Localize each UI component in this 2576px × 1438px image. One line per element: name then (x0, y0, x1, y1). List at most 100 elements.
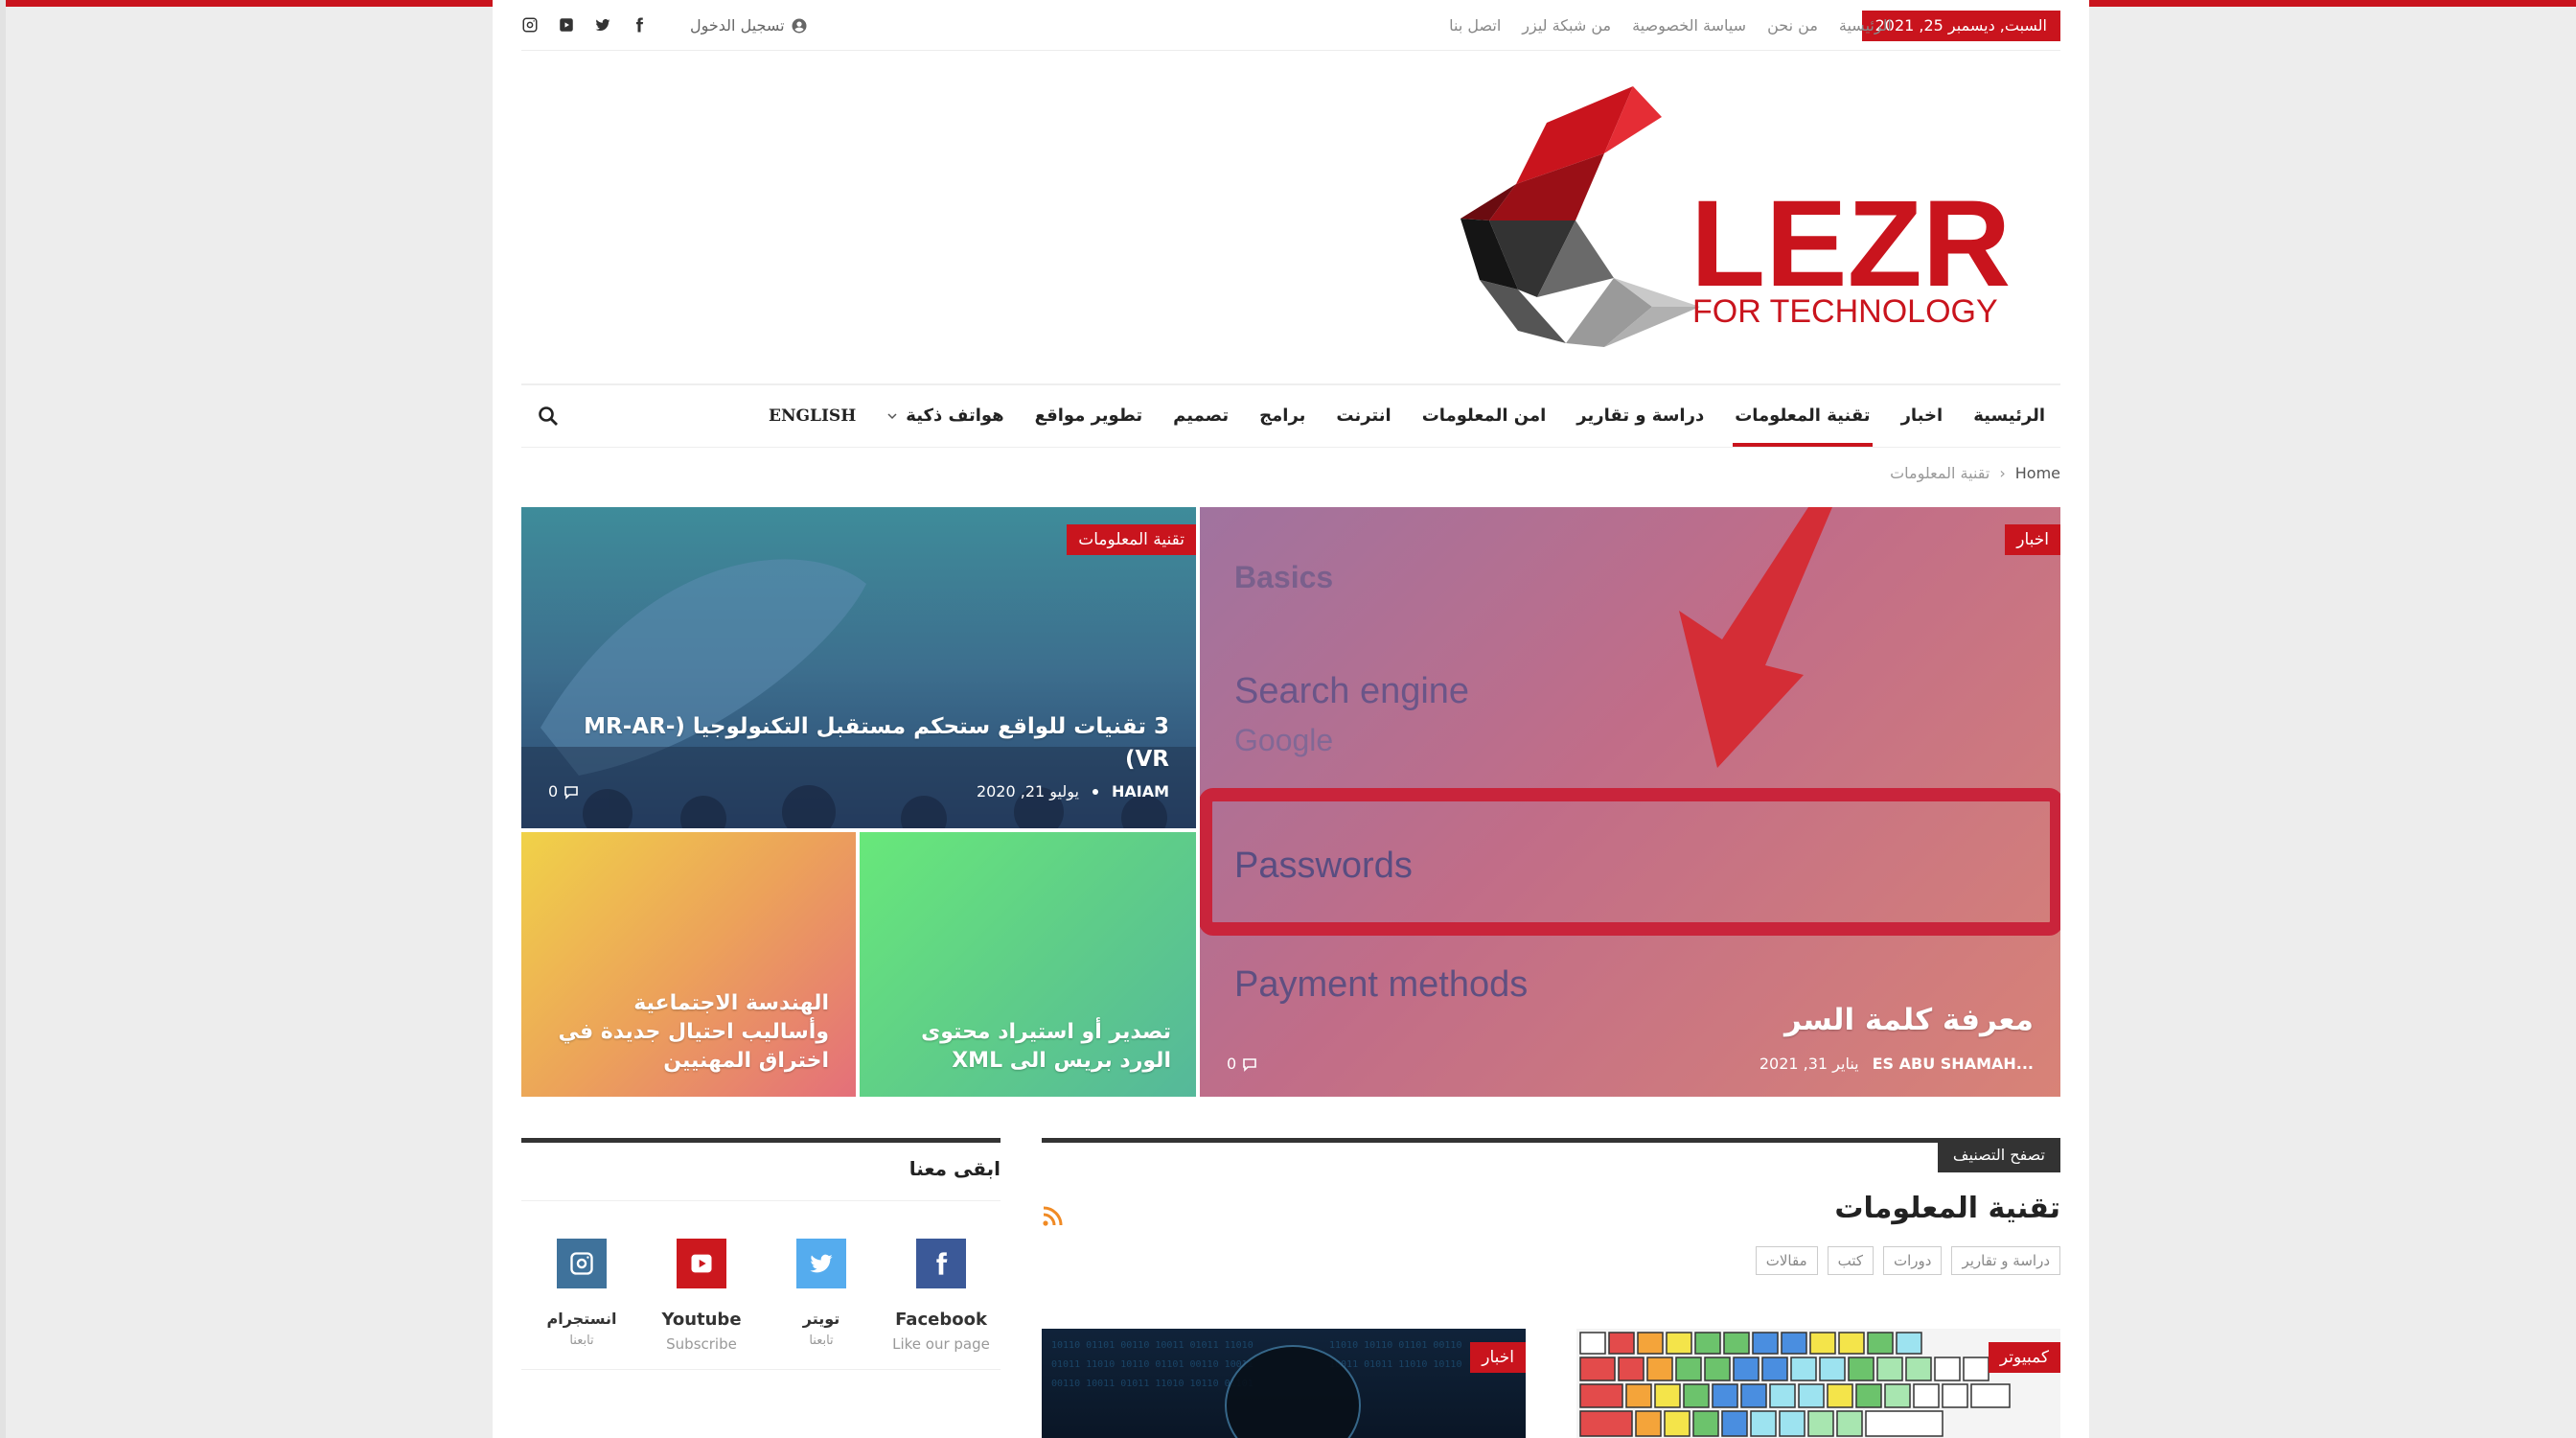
post-author[interactable]: HAIAM (1112, 782, 1169, 800)
social-sub: تابعنا (809, 1334, 834, 1348)
top-link-privacy[interactable]: سياسة الخصوصية (1632, 16, 1746, 35)
svg-text:11010 10110 01101 00110: 11010 10110 01101 00110 (1329, 1340, 1461, 1351)
comment-count[interactable]: 0 (548, 782, 579, 800)
tag-articles[interactable]: مقالات (1755, 1246, 1818, 1275)
top-links: الرئيسية من نحن سياسة الخصوصية من شبكة ل… (1449, 16, 1892, 35)
social-name: Facebook (895, 1310, 987, 1330)
top-link-about[interactable]: من نحن (1767, 16, 1818, 35)
facebook-icon (936, 1252, 948, 1275)
top-link-home[interactable]: الرئيسية (1839, 16, 1892, 35)
user-icon (792, 18, 807, 33)
instagram-icon[interactable] (521, 16, 539, 34)
social-name: تويتر (802, 1310, 840, 1328)
search-icon[interactable] (537, 405, 560, 428)
category-title: تقنية المعلومات (1834, 1192, 2060, 1225)
logo-mark: LEZR FOR TECHNOLOGY (1460, 86, 2011, 347)
category-badge[interactable]: اخبار (2005, 524, 2060, 555)
facebook-icon[interactable] (631, 16, 648, 34)
category-badge[interactable]: تقنية المعلومات (1067, 524, 1196, 555)
nav-item-internet[interactable]: انترنت (1321, 385, 1406, 447)
post-meta: HAIAM يوليو 21, 2020 0 (548, 782, 1169, 800)
social-sub: تابعنا (569, 1334, 594, 1348)
featured-social-title[interactable]: الهندسة الاجتماعية وأساليب احتيال جديدة … (541, 989, 829, 1076)
nav-item-smartphones[interactable]: هواتف ذكية (871, 385, 1019, 447)
category-top-border (1042, 1138, 2060, 1143)
youtube-icon (691, 1254, 712, 1273)
social-facebook[interactable]: Facebook Like our page (888, 1239, 994, 1353)
category-badge[interactable]: كمبيوتر (1988, 1342, 2060, 1373)
breadcrumb: Home › تقنية المعلومات (1890, 464, 2060, 482)
svg-text:10110 01101 00110 10011 01011: 10110 01101 00110 10011 01011 11010 (1051, 1340, 1254, 1351)
nav-item-design[interactable]: تصميم (1158, 385, 1244, 447)
nav-item-software[interactable]: برامج (1244, 385, 1321, 447)
image-text-payment: Payment methods (1234, 964, 1528, 1005)
image-text-google: Google (1234, 723, 1333, 757)
widget-top-border (521, 1138, 1000, 1143)
tag-courses[interactable]: دورات (1883, 1246, 1943, 1275)
comment-count-value: 0 (1227, 1055, 1237, 1073)
comment-count[interactable]: 0 (1227, 1055, 1257, 1073)
social-twitter[interactable]: تويتر تابعنا (769, 1239, 874, 1348)
post-meta: ES ABU SHAMAH... يناير 31, 2021 0 (1227, 1055, 2034, 1073)
header-divider (521, 50, 2060, 51)
featured-post-social-engineering[interactable]: الهندسة الاجتماعية وأساليب احتيال جديدة … (521, 832, 856, 1097)
breadcrumb-home[interactable]: Home (2015, 464, 2060, 482)
main-nav: الرئيسية اخبار تقنية المعلومات دراسة و ت… (753, 385, 2060, 447)
rss-icon[interactable] (1041, 1205, 1064, 1228)
stay-with-us-title: ابقى معنا (908, 1157, 1000, 1180)
tag-studies[interactable]: دراسة و تقارير (1951, 1246, 2060, 1275)
social-sub: Subscribe (666, 1335, 737, 1353)
top-link-contact[interactable]: اتصل بنا (1449, 16, 1501, 35)
post-date: يناير 31, 2021 (1759, 1055, 1859, 1073)
image-text-search: Search engine (1234, 671, 1469, 711)
logo-title: LEZR (1690, 175, 2011, 313)
nav-item-webdev[interactable]: تطوير مواقع (1020, 385, 1158, 447)
site-logo[interactable]: LEZR FOR TECHNOLOGY (1460, 77, 2045, 355)
svg-text:10011 01011 11010 10110: 10011 01011 11010 10110 (1329, 1359, 1461, 1370)
twitter-tile (796, 1239, 846, 1288)
logo-subtitle: FOR TECHNOLOGY (1692, 293, 1998, 330)
featured-post-xml[interactable]: تصدير أو استيراد محتوى الورد بريس الى XM… (860, 832, 1196, 1097)
top-link-network[interactable]: من شبكة ليزر (1522, 16, 1611, 35)
nav-item-studies[interactable]: دراسة و تقارير (1561, 385, 1719, 447)
header-social-icons (521, 16, 648, 34)
post-author[interactable]: ES ABU SHAMAH... (1873, 1055, 2034, 1073)
nav-item-english[interactable]: ENGLISH (753, 385, 871, 447)
social-instagram[interactable]: انستجرام تابعنا (529, 1239, 634, 1348)
category-badge[interactable]: اخبار (1470, 1342, 1526, 1373)
nav-item-home[interactable]: الرئيسية (1958, 385, 2060, 447)
post-thumb-keyboard[interactable]: كمبيوتر (1576, 1329, 2060, 1438)
instagram-tile (557, 1239, 607, 1288)
nav-bottom-border (521, 447, 2060, 448)
instagram-icon (570, 1252, 593, 1275)
hacker-image: 10110 01101 00110 10011 01011 11010 0101… (1051, 1340, 1461, 1438)
widget-bottom-divider (521, 1369, 1000, 1370)
featured-vr-title[interactable]: 3 تقنيات للواقع ستحكم مستقبل التكنولوجيا… (556, 710, 1169, 776)
featured-post-vr[interactable]: تقنية المعلومات 3 تقنيات للواقع ستحكم مس… (521, 507, 1196, 828)
login-label: تسجيل الدخول (690, 16, 785, 35)
facebook-tile (916, 1239, 966, 1288)
comment-count-value: 0 (548, 782, 559, 800)
featured-main-title[interactable]: معرفة كلمة السر (1459, 1003, 2034, 1037)
social-youtube[interactable]: Youtube Subscribe (649, 1239, 754, 1353)
page-gutter (0, 0, 6, 1438)
post-thumb-hacker[interactable]: 10110 01101 00110 10011 01011 11010 0101… (1042, 1329, 1526, 1438)
nav-item-news[interactable]: اخبار (1886, 385, 1959, 447)
svg-text:01011 11010 10110 01101 00110: 01011 11010 10110 01101 00110 10011 (1051, 1359, 1254, 1370)
nav-item-it[interactable]: تقنية المعلومات (1719, 385, 1885, 447)
featured-main-post[interactable]: Basics Search engine Google Passwords Pa… (1200, 507, 2060, 1097)
comment-icon (564, 785, 578, 800)
nav-item-security[interactable]: امن المعلومات (1407, 385, 1562, 447)
social-sub: Like our page (892, 1335, 990, 1353)
post-date: يوليو 21, 2020 (976, 782, 1079, 800)
twitter-icon[interactable] (594, 16, 611, 34)
login-link[interactable]: تسجيل الدخول (690, 16, 808, 35)
featured-xml-title[interactable]: تصدير أو استيراد محتوى الورد بريس الى XM… (884, 1018, 1171, 1076)
svg-text:00110 10011 01011 11010 10110: 00110 10011 01011 11010 10110 01101 (1051, 1379, 1254, 1389)
tag-books[interactable]: كتب (1827, 1246, 1874, 1275)
youtube-tile (677, 1239, 726, 1288)
youtube-icon[interactable] (558, 16, 575, 34)
meta-dot (1092, 788, 1098, 795)
widget-divider (521, 1200, 1000, 1201)
social-name: انستجرام (546, 1310, 617, 1328)
